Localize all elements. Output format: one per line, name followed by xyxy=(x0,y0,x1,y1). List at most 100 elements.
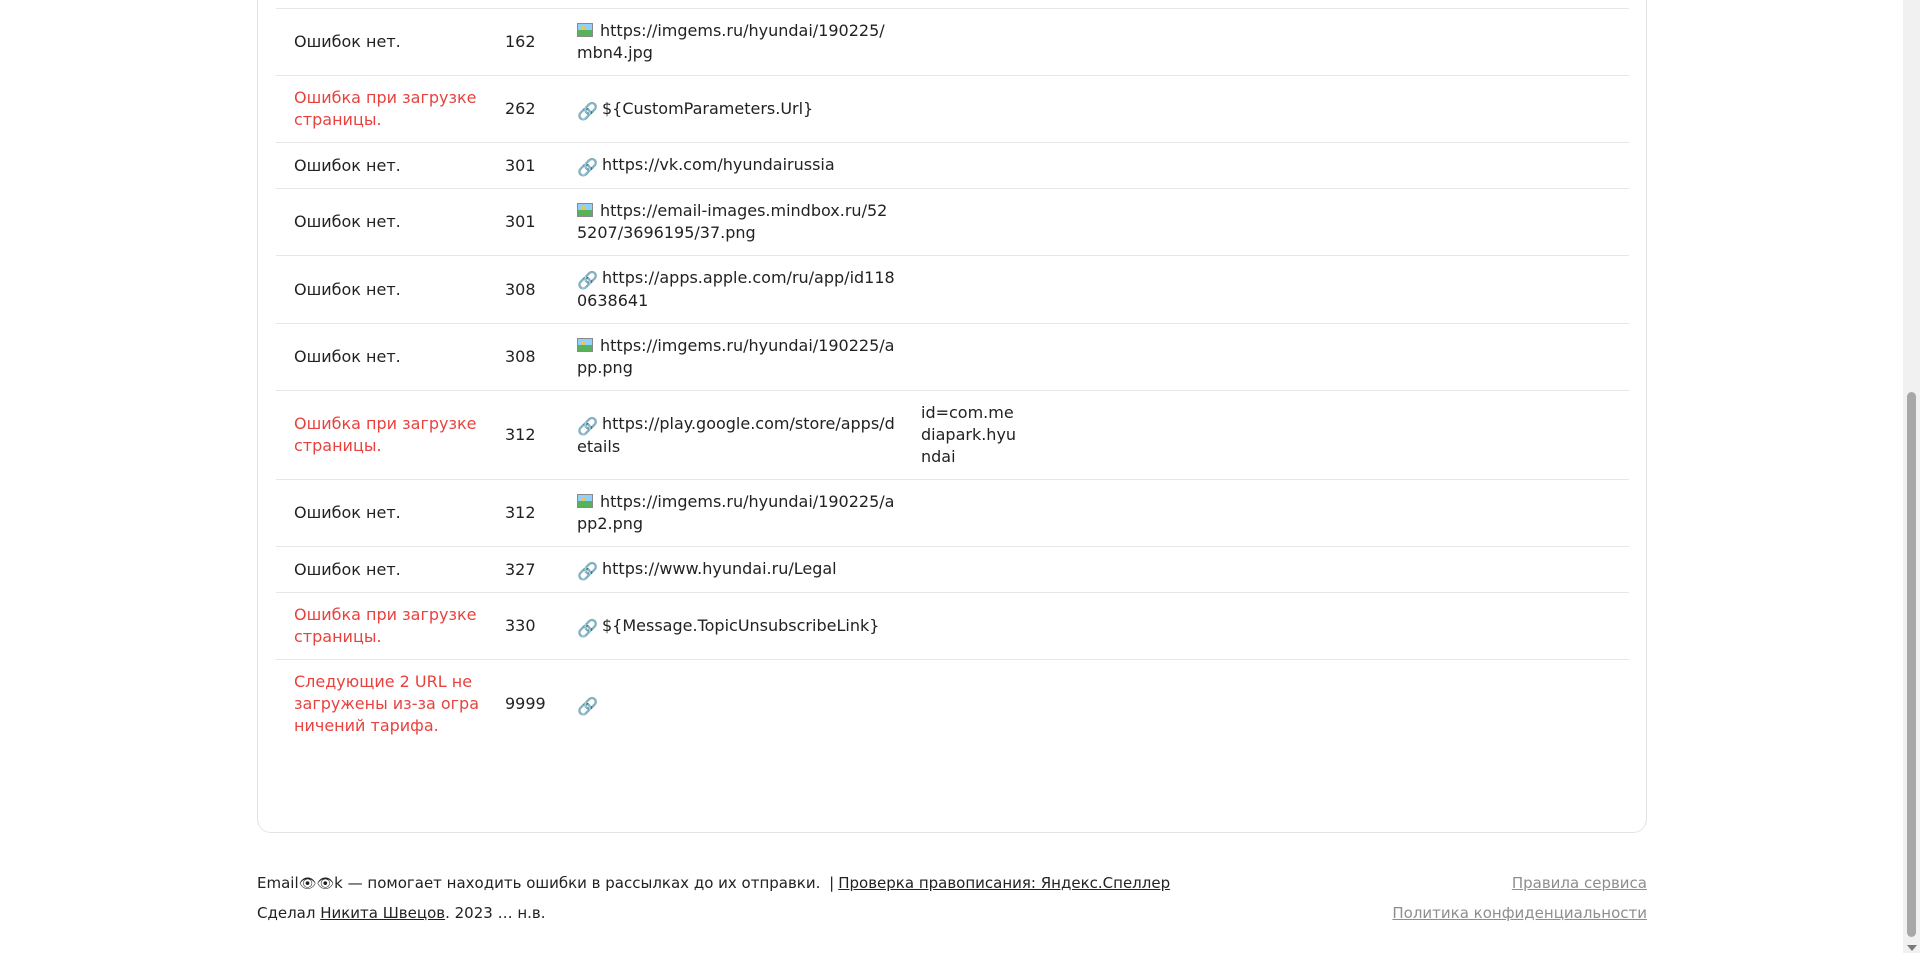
privacy-link-wrap: Политика конфиденциальности xyxy=(1392,904,1647,922)
link-icon: 🔗 xyxy=(577,158,599,178)
url-text[interactable]: https://vk.com/hyundairussia xyxy=(602,155,835,174)
table-row: Ошибок нет. 301 🔗 https://vk.com/hyundairus… xyxy=(276,142,1629,189)
privacy-link[interactable]: Политика конфиденциальности xyxy=(1392,904,1647,922)
image-icon xyxy=(577,203,593,217)
line-number-cell: 312 xyxy=(505,503,536,522)
table-row: Ошибок нет. 162 https://imgems.ru/hyundai/… xyxy=(276,8,1629,76)
param-cell xyxy=(903,9,1025,76)
empty-cell xyxy=(1025,547,1629,593)
line-number-cell: 301 xyxy=(505,212,536,231)
url-text[interactable]: ${CustomParameters.Url} xyxy=(602,99,813,118)
author-link[interactable]: Никита Швецов xyxy=(320,904,445,922)
empty-cell xyxy=(1025,189,1629,256)
table-row: Ошибок нет. 312 https://imgems.ru/hyundai/… xyxy=(276,479,1629,547)
line-number-cell: 330 xyxy=(505,616,536,635)
line-number-cell: 9999 xyxy=(505,694,546,713)
line-number-cell: 262 xyxy=(505,99,536,118)
param-cell xyxy=(903,547,1025,593)
scroll-down-arrow-icon[interactable] xyxy=(1907,945,1917,951)
param-cell xyxy=(903,480,1025,547)
empty-cell xyxy=(1025,324,1629,391)
status-cell: Ошибка при загрузке страницы. xyxy=(294,88,477,129)
status-cell: Ошибок нет. xyxy=(294,559,401,579)
results-table: Ошибок нет. 162 https://imgems.ru/hyundai/… xyxy=(276,8,1629,748)
param-cell xyxy=(903,256,1025,324)
line-number-cell: 327 xyxy=(505,559,536,579)
empty-cell xyxy=(1025,660,1629,749)
scrollbar-thumb[interactable] xyxy=(1907,392,1916,937)
status-cell: Ошибка при загрузке страницы. xyxy=(294,605,477,646)
url-cell: 🔗 https://www.hyundai.ru/Legal xyxy=(559,547,903,593)
status-cell: Ошибок нет. xyxy=(294,347,401,366)
url-text[interactable]: ${Message.TopicUnsubscribeLink} xyxy=(602,616,879,635)
url-text[interactable]: https://imgems.ru/hyundai/190225/app2.pn… xyxy=(577,492,894,533)
link-icon: 🔗 xyxy=(577,696,599,717)
link-icon: 🔗 xyxy=(577,618,599,639)
speller-link[interactable]: Проверка правописания: Яндекс.Спеллер xyxy=(838,874,1170,892)
table-row: Ошибок нет. 308 🔗 https://apps.apple.com/ru… xyxy=(276,255,1629,324)
results-table-body: Ошибок нет. 162 https://imgems.ru/hyundai/… xyxy=(276,8,1629,749)
url-text[interactable]: https://apps.apple.com/ru/app/id11806386… xyxy=(577,268,895,310)
url-text[interactable]: https://imgems.ru/hyundai/190225/app.png xyxy=(577,336,894,377)
table-row: Следующие 2 URL не загружены из-за огран… xyxy=(276,659,1629,749)
url-cell: 🔗 xyxy=(559,660,903,749)
link-icon: 🔗 xyxy=(577,271,599,291)
param-cell xyxy=(903,76,1025,143)
line-number-cell: 301 xyxy=(505,155,536,175)
made-by-suffix: . 2023 … н.в. xyxy=(445,904,546,922)
line-number-cell: 308 xyxy=(505,347,536,366)
table-row: Ошибка при загрузке страницы. 262 🔗 ${Custo… xyxy=(276,75,1629,143)
rules-link-wrap: Правила сервиса xyxy=(1512,874,1647,892)
url-cell: 🔗 ${Message.TopicUnsubscribeLink} xyxy=(559,593,903,660)
brand-suffix: k xyxy=(334,874,343,892)
link-icon: 🔗 xyxy=(577,562,599,582)
url-cell: 🔗 ${CustomParameters.Url} xyxy=(559,76,903,143)
link-icon: 🔗 xyxy=(577,101,599,122)
table-row: Ошибка при загрузке страницы. 330 🔗 ${Messa… xyxy=(276,592,1629,660)
eyes-icon: 👁👁 xyxy=(298,876,335,892)
status-cell: Следующие 2 URL не загружены из-за огран… xyxy=(294,672,480,735)
brand-prefix: Email xyxy=(257,874,299,892)
tagline: — помогает находить ошибки в рассылках д… xyxy=(342,874,821,892)
image-icon xyxy=(577,23,593,37)
status-cell: Ошибок нет. xyxy=(294,212,401,231)
url-cell: https://imgems.ru/hyundai/190225/app.png xyxy=(559,324,903,391)
status-cell: Ошибок нет. xyxy=(294,279,401,299)
url-cell: 🔗 https://vk.com/hyundairussia xyxy=(559,143,903,189)
footer-tagline-row: Email👁👁k — помогает находить ошибки в ра… xyxy=(257,874,1170,892)
url-cell: https://imgems.ru/hyundai/190225/mbn4.jp… xyxy=(559,9,903,76)
url-cell: 🔗 https://play.google.com/store/apps/deta… xyxy=(559,391,903,480)
empty-cell xyxy=(1025,593,1629,660)
url-text[interactable]: https://email-images.mindbox.ru/525207/3… xyxy=(577,201,887,242)
param-cell xyxy=(903,143,1025,189)
line-number-cell: 308 xyxy=(505,279,536,299)
link-icon: 🔗 xyxy=(577,416,599,437)
image-icon xyxy=(577,494,593,508)
url-text[interactable]: https://play.google.com/store/apps/detai… xyxy=(577,414,895,456)
table-row: Ошибка при загрузке страницы. 312 🔗 https:/… xyxy=(276,390,1629,480)
empty-cell xyxy=(1025,76,1629,143)
param-cell xyxy=(903,660,1025,749)
param-cell xyxy=(903,324,1025,391)
footer-separator: | xyxy=(829,874,835,892)
empty-cell xyxy=(1025,480,1629,547)
line-number-cell: 162 xyxy=(505,32,536,51)
param-cell xyxy=(903,593,1025,660)
url-text[interactable]: https://www.hyundai.ru/Legal xyxy=(602,559,837,578)
url-cell: https://email-images.mindbox.ru/525207/3… xyxy=(559,189,903,256)
line-number-cell: 312 xyxy=(505,425,536,444)
rules-link[interactable]: Правила сервиса xyxy=(1512,874,1647,892)
footer-credits-row: Сделал Никита Швецов. 2023 … н.в. xyxy=(257,904,546,922)
empty-cell xyxy=(1025,256,1629,324)
vertical-scrollbar[interactable] xyxy=(1903,0,1920,953)
url-cell: https://imgems.ru/hyundai/190225/app2.pn… xyxy=(559,480,903,547)
param-cell xyxy=(903,189,1025,256)
image-icon xyxy=(577,338,593,352)
url-cell: 🔗 https://apps.apple.com/ru/app/id1180638… xyxy=(559,256,903,324)
table-row: Ошибок нет. 301 https://email-images.mindb… xyxy=(276,188,1629,256)
param-cell: id=com.mediapark.hyundai xyxy=(921,403,1017,466)
url-text[interactable]: https://imgems.ru/hyundai/190225/mbn4.jp… xyxy=(577,21,885,62)
empty-cell xyxy=(1025,143,1629,189)
status-cell: Ошибка при загрузке страницы. xyxy=(294,414,477,455)
empty-cell xyxy=(1025,391,1629,480)
